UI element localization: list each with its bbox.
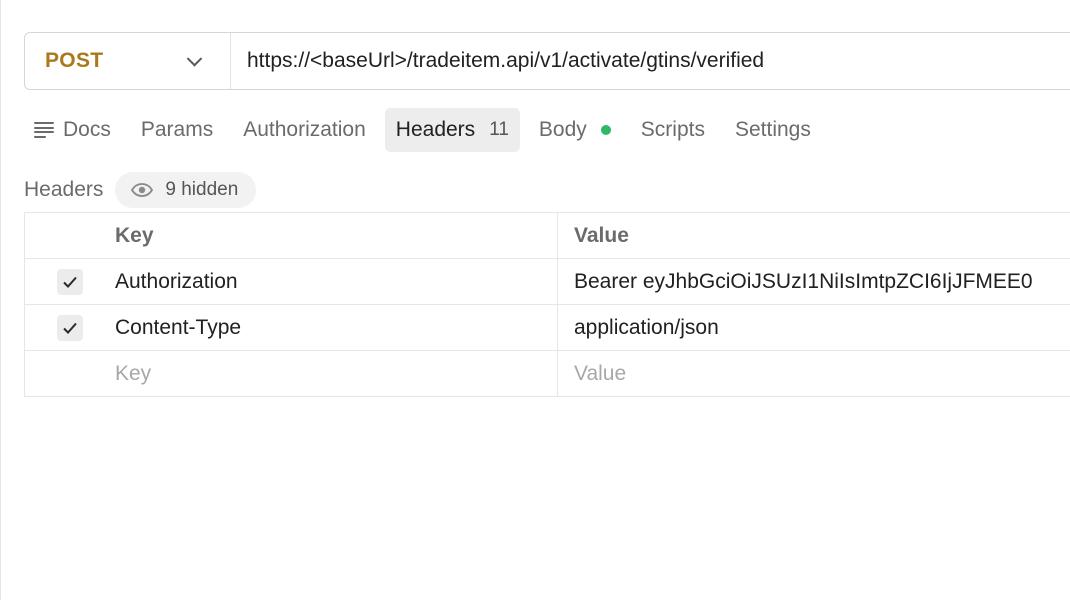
url-input[interactable]: https://<baseUrl>/tradeitem.api/v1/activ… (231, 49, 764, 73)
header-key-input[interactable]: Authorization (115, 259, 558, 304)
tab-label: Params (140, 118, 214, 141)
tab-label: Docs (63, 118, 111, 141)
column-header-value: Value (574, 223, 629, 247)
table-row: Authorization Bearer eyJhbGciOiJSUzI1NiI… (25, 259, 1070, 305)
tab-label: Scripts (640, 118, 705, 141)
eye-icon (131, 183, 154, 197)
new-value-input[interactable]: Value (558, 351, 1070, 396)
tab-settings[interactable]: Settings (724, 108, 822, 152)
column-header-key: Key (115, 213, 558, 258)
row-check-cell (25, 259, 115, 304)
request-tabs: Docs Params Authorization Headers 11 Bod… (24, 108, 830, 152)
row-checkbox[interactable] (57, 268, 83, 295)
table-row: Content-Type application/json (25, 305, 1070, 351)
tab-authorization[interactable]: Authorization (232, 108, 377, 152)
chevron-down-icon (186, 51, 203, 67)
row-check-cell (25, 305, 115, 350)
method-label: POST (45, 49, 104, 72)
tab-headers[interactable]: Headers 11 (384, 108, 520, 152)
tab-docs[interactable]: Docs (24, 108, 122, 152)
request-bar: POST https://<baseUrl>/tradeitem.api/v1/… (24, 32, 1070, 90)
header-key-input[interactable]: Content-Type (115, 305, 558, 350)
headers-count-badge: 11 (489, 119, 509, 140)
new-header-row: Key Value (25, 351, 1070, 397)
row-check-cell (25, 351, 115, 396)
hidden-headers-toggle[interactable]: 9 hidden (115, 172, 257, 208)
row-checkbox[interactable] (57, 314, 83, 341)
body-status-dot (600, 125, 611, 135)
header-value-input[interactable]: Bearer eyJhbGciOiJSUzI1NiIsImtpZCI6IjJFM… (558, 259, 1070, 304)
checkmark-icon (63, 276, 77, 288)
checkmark-icon (63, 322, 77, 334)
tab-label: Settings (734, 118, 811, 141)
tab-params[interactable]: Params (130, 108, 224, 152)
tab-label: Body (538, 118, 587, 141)
header-check-cell (25, 213, 115, 258)
headers-section-header: Headers 9 hidden (24, 172, 257, 208)
header-value-input[interactable]: application/json (558, 305, 1070, 350)
headers-table: Key Value Authorization Bearer eyJhbGciO… (24, 212, 1070, 397)
tab-label: Headers (395, 118, 476, 141)
tab-label: Authorization (243, 118, 366, 141)
method-selector[interactable]: POST (25, 33, 231, 89)
new-key-input[interactable]: Key (115, 351, 558, 396)
hidden-count-label: 9 hidden (165, 179, 239, 200)
tab-body[interactable]: Body (528, 108, 622, 152)
section-title: Headers (24, 178, 104, 201)
tab-scripts[interactable]: Scripts (630, 108, 716, 152)
table-header-row: Key Value (25, 213, 1070, 259)
docs-icon (34, 122, 54, 138)
left-panel-border (0, 0, 1, 600)
